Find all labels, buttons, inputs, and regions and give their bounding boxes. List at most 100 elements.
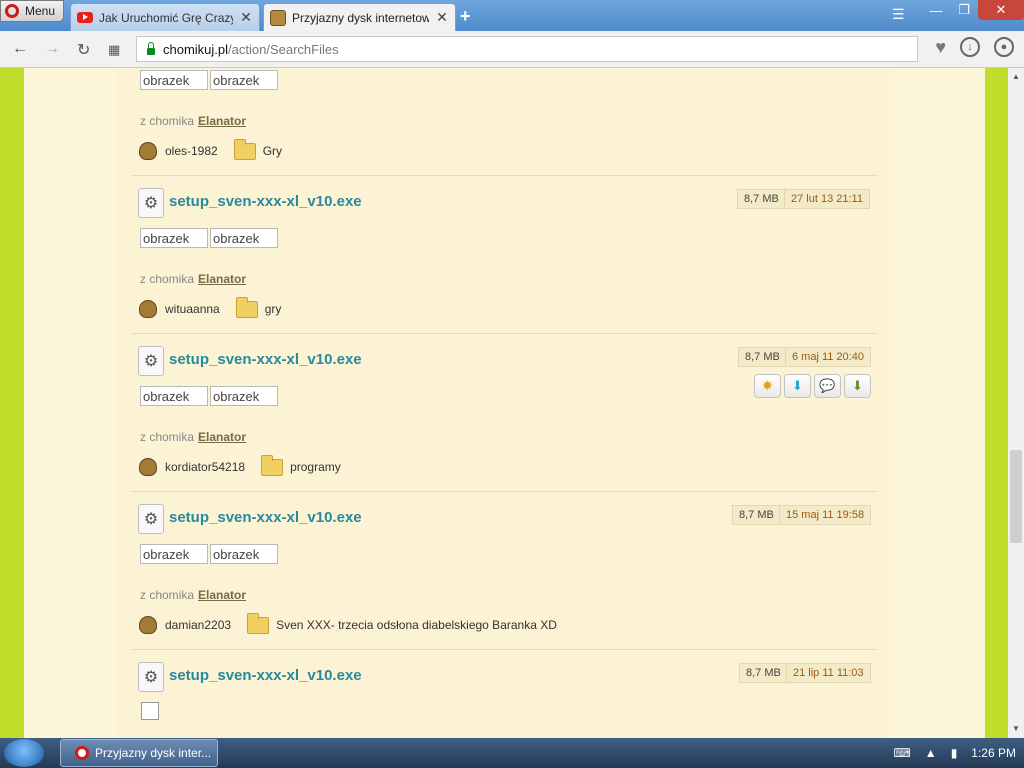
url-path: /action/SearchFiles: [228, 41, 339, 57]
tab-menu-icon[interactable]: ☰: [892, 6, 905, 23]
from-label: z chomika: [140, 430, 195, 444]
tray-expand-icon[interactable]: ▲: [925, 746, 937, 760]
windows-taskbar: Przyjazny dysk inter... ⌨ ▲ ▮ 1:26 PM: [0, 738, 1024, 768]
clock[interactable]: 1:26 PM: [971, 746, 1016, 760]
opera-logo-icon: [5, 4, 19, 18]
from-label: z chomika: [140, 272, 195, 286]
window-close-button[interactable]: ✕: [978, 0, 1024, 20]
file-size-badge: 8,7 MB: [739, 663, 788, 683]
taskbar-opera-window[interactable]: Przyjazny dysk inter...: [60, 739, 218, 767]
maximize-button[interactable]: ❐: [950, 0, 978, 20]
file-title-link[interactable]: setup_sven-xxx-xl_v10.exe: [169, 193, 362, 210]
forward-arrow-icon[interactable]: →: [44, 40, 60, 58]
folder-link[interactable]: gry: [265, 302, 282, 316]
owner-link[interactable]: oles-1982: [165, 144, 218, 158]
broken-image-thumbnail[interactable]: obrazek: [140, 228, 208, 248]
broken-image-thumbnail[interactable]: obrazek: [140, 386, 208, 406]
file-size-badge: 8,7 MB: [737, 189, 786, 209]
opera-menu-button[interactable]: Menu: [0, 0, 64, 22]
account-icon[interactable]: ●: [994, 37, 1014, 57]
lock-icon: [147, 41, 155, 55]
from-user-line: z chomika Elanator: [140, 430, 246, 444]
file-date-badge: 27 lut 13 21:11: [784, 189, 870, 209]
broken-image-thumbnail[interactable]: obrazek: [140, 70, 208, 90]
divider: [131, 175, 878, 176]
broken-image-icon[interactable]: [141, 702, 159, 720]
broken-image-thumbnail[interactable]: obrazek: [140, 544, 208, 564]
vertical-scrollbar[interactable]: ▲ ▼: [1008, 68, 1024, 738]
thumbnail-row: obrazek obrazek: [140, 386, 278, 406]
thumbnail-row: obrazek obrazek: [140, 70, 278, 90]
close-icon[interactable]: ✕: [239, 9, 253, 26]
left-green-border: [0, 68, 24, 738]
broken-image-thumbnail[interactable]: obrazek: [210, 544, 278, 564]
from-user-line: z chomika Elanator: [140, 588, 246, 602]
download-icon[interactable]: ↓: [960, 37, 980, 57]
file-size-badge: 8,7 MB: [732, 505, 781, 525]
owner-link[interactable]: wituaanna: [165, 302, 220, 316]
broken-image-thumbnail[interactable]: obrazek: [210, 228, 278, 248]
gear-file-icon: ⚙: [138, 662, 164, 692]
folder-link[interactable]: programy: [290, 460, 341, 474]
url-domain: chomikuj.pl: [163, 41, 229, 57]
gear-file-icon: ⚙: [138, 346, 164, 376]
tab-chomikuj[interactable]: Przyjazny dysk internetowy ✕: [263, 3, 456, 31]
broken-image-thumbnail[interactable]: obrazek: [210, 386, 278, 406]
thumbnail-row: obrazek obrazek: [140, 228, 278, 248]
close-icon[interactable]: ✕: [435, 9, 449, 26]
scrollbar-thumb[interactable]: [1010, 450, 1022, 543]
system-tray: ⌨ ▲ ▮ 1:26 PM: [893, 746, 1016, 760]
scroll-down-arrow-icon[interactable]: ▼: [1012, 724, 1020, 733]
divider: [131, 649, 878, 650]
file-title-link[interactable]: setup_sven-xxx-xl_v10.exe: [169, 667, 362, 684]
owner-row: kordiator54218 programy: [139, 454, 341, 476]
from-user-link[interactable]: Elanator: [198, 430, 246, 444]
divider: [131, 333, 878, 334]
network-icon[interactable]: ▮: [951, 746, 958, 760]
tab-youtube[interactable]: Jak Uruchomić Grę Crazy Dr ✕: [70, 3, 260, 31]
address-bar[interactable]: chomikuj.pl /action/SearchFiles: [136, 36, 918, 62]
start-button[interactable]: [4, 739, 44, 767]
file-date-badge: 15 maj 11 19:58: [779, 505, 872, 525]
reload-icon[interactable]: ↻: [77, 40, 90, 60]
owner-link[interactable]: damian2203: [165, 618, 231, 632]
folder-link[interactable]: Sven XXX- trzecia odsłona diabelskiego B…: [276, 618, 557, 632]
save-to-chomik-icon[interactable]: ⬇: [844, 374, 871, 398]
from-label: z chomika: [140, 588, 195, 602]
hamster-avatar-icon: [139, 458, 157, 476]
heart-icon[interactable]: ♥: [935, 37, 946, 57]
chomikuj-favicon-icon: [270, 9, 286, 26]
hamster-avatar-icon: [139, 616, 157, 634]
keyboard-icon[interactable]: ⌨: [893, 746, 910, 760]
new-tab-button[interactable]: +: [460, 6, 471, 27]
comment-icon[interactable]: 💬: [814, 374, 841, 398]
file-title-link[interactable]: setup_sven-xxx-xl_v10.exe: [169, 351, 362, 368]
star-icon[interactable]: ✸: [754, 374, 781, 398]
gear-file-icon: ⚙: [138, 504, 164, 534]
folder-link[interactable]: Gry: [263, 144, 282, 158]
broken-image-thumbnail[interactable]: obrazek: [210, 70, 278, 90]
from-user-link[interactable]: Elanator: [198, 272, 246, 286]
minimize-button[interactable]: —: [922, 0, 950, 20]
from-user-link[interactable]: Elanator: [198, 114, 246, 128]
browser-titlebar: Menu Jak Uruchomić Grę Crazy Dr ✕ Przyja…: [0, 0, 1024, 31]
tab-title: Jak Uruchomić Grę Crazy Dr: [99, 10, 233, 25]
file-date-badge: 21 lip 11 11:03: [786, 663, 871, 683]
file-title-link[interactable]: setup_sven-xxx-xl_v10.exe: [169, 509, 362, 526]
scroll-up-arrow-icon[interactable]: ▲: [1012, 72, 1020, 81]
page-viewport: obrazek obrazek z chomika Elanator oles-1…: [0, 68, 1008, 738]
thumbnail-row: obrazek obrazek: [140, 544, 278, 564]
from-user-link[interactable]: Elanator: [198, 588, 246, 602]
speed-dial-grid-icon[interactable]: ▦: [108, 42, 120, 58]
hamster-avatar-icon: [139, 142, 157, 160]
owner-link[interactable]: kordiator54218: [165, 460, 245, 474]
download-arrow-icon[interactable]: ⬇: [784, 374, 811, 398]
back-arrow-icon[interactable]: ←: [12, 40, 28, 58]
youtube-icon: [77, 12, 93, 23]
from-user-line: z chomika Elanator: [140, 272, 246, 286]
owner-row: oles-1982 Gry: [139, 138, 282, 160]
tab-title: Przyjazny dysk internetowy: [292, 10, 429, 25]
gear-file-icon: ⚙: [138, 188, 164, 218]
from-label: z chomika: [140, 114, 195, 128]
folder-icon: [235, 296, 258, 318]
